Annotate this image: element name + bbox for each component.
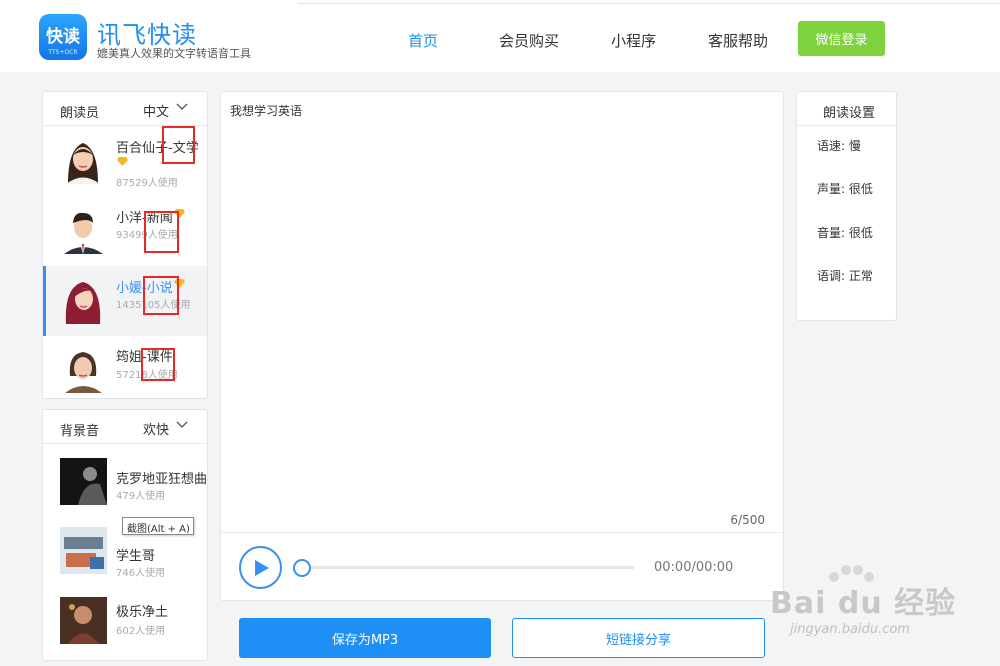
loudness-setting[interactable]: 音量: 很低 — [817, 224, 873, 241]
chevron-down-icon[interactable] — [176, 101, 188, 113]
playback-time: 00:00/00:00 — [654, 560, 734, 575]
tone-setting[interactable]: 语调: 正常 — [817, 267, 873, 284]
reader-item-xiaoyang[interactable]: 小洋-新闻 93499人使用 — [43, 196, 207, 266]
speed-setting[interactable]: 语速: 慢 — [817, 137, 861, 154]
reader-item-junjie[interactable]: 筠姐-课件 57218人使用 — [43, 336, 207, 399]
nav-membership[interactable]: 会员购买 — [499, 30, 559, 51]
music-name: 克罗地亚狂想曲 — [116, 472, 208, 487]
music-usage: 602人使用 — [116, 626, 166, 637]
reader-usage: 87529人使用 — [116, 178, 178, 189]
album-cover — [60, 527, 107, 574]
wechat-login-button[interactable]: 微信登录 — [798, 21, 885, 56]
top-header: 快读 TTS+OCR 讯飞快读 媲美真人效果的文字转语音工具 首页 会员购买 小… — [0, 0, 1000, 72]
reader-item-xiaoyuan[interactable]: 小媛-小说 1435105人使用 — [43, 266, 207, 336]
chevron-down-icon[interactable] — [176, 419, 188, 431]
selected-indicator — [43, 266, 46, 336]
music-usage: 479人使用 — [116, 491, 166, 502]
avatar — [65, 352, 102, 393]
highlight-box — [162, 126, 195, 164]
logo-text: 快读 — [46, 27, 80, 47]
avatar — [64, 212, 103, 254]
volume-setting[interactable]: 声量: 很低 — [817, 180, 873, 197]
play-icon — [255, 560, 269, 576]
music-usage: 746人使用 — [116, 568, 166, 579]
reader-panel-header: 朗读员 中文 — [43, 92, 207, 126]
progress-track[interactable] — [301, 566, 634, 569]
music-mood-select[interactable]: 欢快 — [143, 419, 169, 438]
language-select[interactable]: 中文 — [143, 101, 169, 120]
music-panel-title: 背景音 — [60, 424, 100, 439]
logo-subtext: TTS+OCR — [48, 49, 78, 56]
highlight-box — [144, 211, 179, 253]
nav-help[interactable]: 客服帮助 — [708, 30, 768, 51]
settings-title: 朗读设置 — [823, 106, 876, 121]
app-logo[interactable]: 快读 TTS+OCR — [39, 14, 87, 60]
screenshot-tooltip: 截图(Alt + A) — [122, 517, 194, 535]
brand-slogan: 媲美真人效果的文字转语音工具 — [97, 47, 251, 60]
character-counter: 6/500 — [730, 513, 765, 527]
music-item[interactable]: 克罗地亚狂想曲 479人使用 — [43, 450, 207, 510]
settings-panel: 朗读设置 语速: 慢 声量: 很低 音量: 很低 语调: 正常 — [796, 91, 897, 321]
avatar — [65, 282, 101, 324]
header-divider — [298, 3, 1000, 4]
music-name: 极乐净土 — [116, 605, 169, 620]
text-input-area[interactable]: 我想学习英语 — [230, 102, 302, 119]
watermark-text: Bai du 经验 — [770, 586, 957, 621]
album-cover — [60, 597, 107, 644]
reader-panel-title: 朗读员 — [60, 106, 100, 121]
music-panel-header: 背景音 欢快 — [43, 410, 207, 444]
player-divider — [221, 532, 783, 533]
premium-diamond-icon — [117, 157, 128, 166]
save-mp3-button[interactable]: 保存为MP3 — [239, 618, 491, 658]
music-name: 学生哥 — [116, 549, 156, 564]
album-cover — [60, 458, 107, 505]
editor-panel: 我想学习英语 6/500 00:00/00:00 — [220, 91, 784, 601]
nav-mini-program[interactable]: 小程序 — [611, 30, 656, 51]
nav-home[interactable]: 首页 — [408, 30, 438, 51]
share-link-button[interactable]: 短链接分享 — [512, 618, 765, 658]
background-music-panel: 背景音 欢快 克罗地亚狂想曲 479人使用 学生哥 746人使用 极乐净土 60… — [42, 409, 208, 661]
settings-panel-header: 朗读设置 — [797, 92, 896, 126]
avatar — [66, 143, 100, 184]
highlight-box — [143, 276, 179, 315]
play-button[interactable] — [239, 546, 282, 589]
highlight-box — [141, 348, 175, 381]
progress-knob[interactable] — [293, 559, 311, 577]
music-item[interactable]: 极乐净土 602人使用 — [43, 592, 207, 654]
watermark-url: jingyan.baidu.com — [790, 622, 910, 637]
